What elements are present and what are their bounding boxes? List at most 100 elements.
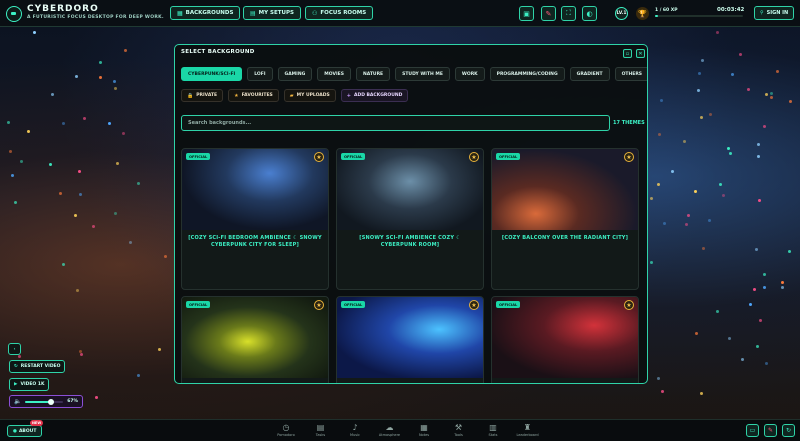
modal-title: SELECT BACKGROUND [181, 49, 255, 55]
search-input[interactable] [181, 115, 610, 131]
fullscreen-icon[interactable]: ⛶ [561, 6, 576, 21]
volume-fill [25, 400, 51, 403]
my-uploads-filter[interactable]: ▰ MY UPLOADS [283, 89, 336, 102]
dock-item-atmosphere[interactable]: ☁ Atmosphere [375, 423, 405, 437]
dock-label: Leaderboard [516, 433, 539, 437]
volume-percent: 67% [67, 399, 78, 404]
official-badge: OFFICIAL [186, 301, 211, 308]
category-tab[interactable]: OTHERS [614, 67, 647, 81]
category-tabs: CYBERPUNK/SCI-FI LOFI GAMING MOVIES NATURE ST… [181, 67, 647, 81]
about-button[interactable]: ● ABOUT [7, 425, 43, 437]
background-card[interactable]: OFFICIAL ★ [BLADE RUNNER | NOCTURNAL PARAD… [491, 296, 639, 383]
background-thumbnail [337, 149, 483, 230]
collapse-panel-button[interactable]: ‹ [8, 343, 21, 355]
background-thumbnail [492, 297, 638, 378]
official-badge: OFFICIAL [496, 301, 521, 308]
my-setups-label: MY SETUPS [258, 10, 294, 16]
background-grid: OFFICIAL ★ [COZY SCI-FI BEDROOM AMBIENCE ☾… [181, 148, 639, 384]
star-icon: ★ [234, 92, 239, 99]
dock-item-leaderboard[interactable]: ♜ Leaderboard [513, 423, 543, 437]
category-tab[interactable]: GAMING [277, 67, 313, 81]
private-label: PRIVATE [196, 93, 218, 98]
dock-item-stats[interactable]: ▥ Stats [478, 423, 508, 437]
video-icon: ▶ [14, 382, 18, 387]
category-tab[interactable]: MOVIES [317, 67, 351, 81]
leaderboard-icon: ♜ [523, 423, 532, 432]
backgrounds-button[interactable]: ▦ BACKGROUNDS [170, 6, 241, 20]
category-tab[interactable]: NATURE [355, 67, 391, 81]
trophy-icon[interactable]: 🏆 [636, 7, 649, 20]
backgrounds-label: BACKGROUNDS [185, 10, 234, 16]
background-card[interactable]: OFFICIAL ★ [SNOWY SCI-FI AMBIENCE COZY ☾ C… [336, 148, 484, 290]
official-badge: OFFICIAL [186, 153, 211, 160]
dock-item-tools[interactable]: ⚒ Tools [444, 423, 474, 437]
private-filter[interactable]: 🔒 PRIVATE [181, 89, 224, 102]
focus-rooms-button[interactable]: ⚇ FOCUS ROOMS [305, 6, 374, 20]
xp-progress-bar [655, 15, 743, 17]
background-thumbnail [182, 297, 328, 378]
favourite-star-icon[interactable]: ★ [469, 300, 479, 310]
tasks-icon: ▤ [316, 423, 325, 432]
chevron-left-icon: ‹ [13, 346, 16, 352]
favourite-star-icon[interactable]: ★ [314, 152, 324, 162]
themes-count: 17 THEMES [613, 120, 645, 126]
card-title: [COZY BALCONY OVER THE RADIANT CITY] [501, 235, 629, 241]
category-tab[interactable]: PROGRAMMING/CODING [489, 67, 565, 81]
sign-in-button[interactable]: ⚲ SIGN IN [754, 6, 795, 20]
chat-icon[interactable]: ▭ [746, 424, 759, 437]
dock-label: Tasks [315, 433, 326, 437]
plus-icon: + [346, 92, 351, 99]
background-thumbnail [492, 149, 638, 230]
add-background-button[interactable]: + ADD BACKGROUND [340, 89, 409, 102]
category-tab[interactable]: STUDY WITH ME [395, 67, 450, 81]
focus-rooms-label: FOCUS ROOMS [320, 10, 367, 16]
background-card[interactable]: OFFICIAL ★ [COZY SCI-FI BEDROOM AMBIENCE ☾… [181, 148, 329, 290]
dashboard-icon[interactable]: ▣ [519, 6, 534, 21]
category-tab[interactable]: LOFI [247, 67, 273, 81]
background-card[interactable]: OFFICIAL ★ [ROCK - CALM BLADE RUNNER AMBIE… [181, 296, 329, 384]
card-title: [COZY SCI-FI BEDROOM AMBIENCE ☾ SNOWY CY… [188, 235, 322, 248]
logo-icon [6, 6, 22, 22]
theme-icon[interactable]: ◐ [582, 6, 597, 21]
dock-item-notes[interactable]: ▦ Notes [409, 423, 439, 437]
favourite-star-icon[interactable]: ★ [624, 300, 634, 310]
volume-control[interactable]: 🔈 67% [9, 395, 83, 408]
notes-icon: ▦ [420, 423, 428, 432]
tools-icon: ⚒ [454, 423, 463, 432]
dock-item-tasks[interactable]: ▤ Tasks [306, 423, 336, 437]
background-card[interactable]: OFFICIAL ★ [COZY BALCONY OVER THE RADIANT … [491, 148, 639, 290]
category-tab[interactable]: CYBERPUNK/SCI-FI [181, 67, 243, 81]
my-setups-button[interactable]: ▤ MY SETUPS [243, 6, 301, 20]
minimize-icon[interactable]: ▫ [623, 49, 632, 58]
official-badge: OFFICIAL [496, 153, 521, 160]
app-title: CYBERDORO [27, 4, 99, 14]
card-title: [ROCK - CALM BLADE RUNNER AMBIENCE & RAI… [188, 383, 322, 384]
restart-video-button[interactable]: ↻ RESTART VIDEO [9, 360, 66, 373]
refresh-icon[interactable]: ↻ [782, 424, 795, 437]
pen-icon[interactable]: ✎ [541, 6, 556, 21]
close-icon[interactable]: ✕ [636, 49, 645, 58]
category-tab[interactable]: GRADIENT [569, 67, 610, 81]
video-quality-button[interactable]: ▶ VIDEO 1K [9, 378, 50, 391]
category-tab[interactable]: WORK [454, 67, 485, 81]
subfilter-row: 🔒 PRIVATE ★ FAVOURITES ▰ MY UPLOADS + AD… [181, 89, 409, 102]
session-timer: 00:03:42 [717, 7, 745, 13]
favourite-star-icon[interactable]: ★ [469, 152, 479, 162]
atmosphere-icon: ☁ [385, 423, 394, 432]
image-icon: ▦ [177, 9, 183, 17]
favourite-star-icon[interactable]: ★ [314, 300, 324, 310]
favourites-filter[interactable]: ★ FAVOURITES [228, 89, 279, 102]
card-title: [T O K Y O 2 0 4 9 ] | BLADERUNNER INSPI… [343, 383, 477, 384]
dock-item-music[interactable]: ♪ Music [340, 423, 370, 437]
brush-icon[interactable]: ✎ [764, 424, 777, 437]
background-card[interactable]: OFFICIAL ★ [T O K Y O 2 0 4 9 ] | BLADERUN… [336, 296, 484, 384]
favourites-label: FAVOURITES [241, 93, 273, 98]
volume-knob[interactable] [47, 398, 54, 405]
xp-progress-fill [655, 15, 658, 17]
speaker-icon: 🔈 [14, 398, 22, 405]
favourite-star-icon[interactable]: ★ [624, 152, 634, 162]
about-label: ABOUT [18, 428, 37, 434]
xp-label: 1 / 60 XP [655, 8, 678, 13]
volume-slider[interactable] [25, 398, 64, 405]
dock-item-pomodoro[interactable]: ◷ Pomodoro [271, 423, 301, 437]
